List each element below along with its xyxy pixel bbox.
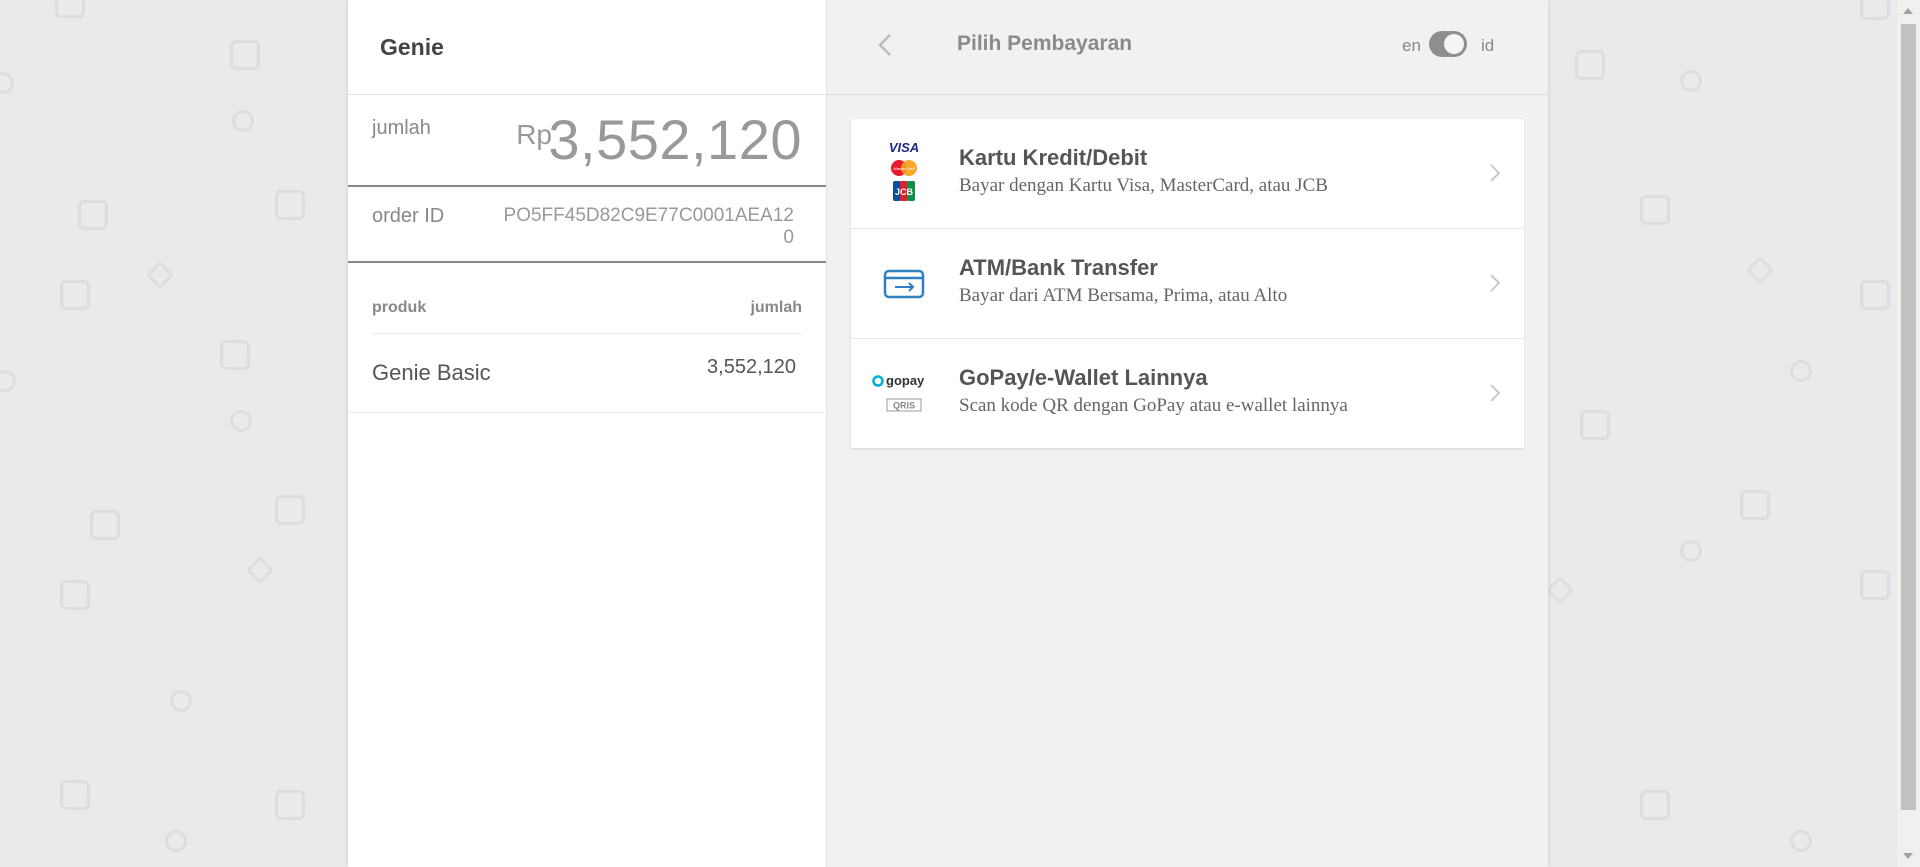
- payment-method-desc: Scan kode QR dengan GoPay atau e-wallet …: [959, 395, 1348, 416]
- table-row: Genie Basic 3,552,120: [348, 334, 826, 413]
- order-id-row: order ID PO5FF45D82C9E77C0001AEA120: [348, 187, 826, 263]
- payment-method-title: Kartu Kredit/Debit: [959, 145, 1148, 170]
- scroll-down-icon[interactable]: [1903, 853, 1913, 859]
- lang-id-label[interactable]: id: [1481, 36, 1494, 56]
- payment-method-card[interactable]: VISA MasterCard JCB Kartu Kredit/Debit B…: [851, 119, 1524, 229]
- payment-card: Genie jumlah Rp 3,552,120 order ID PO5FF…: [348, 0, 1548, 867]
- payment-method-bank-transfer[interactable]: ATM/Bank Transfer Bayar dari ATM Bersama…: [851, 229, 1524, 339]
- product-header-label: produk: [372, 299, 427, 316]
- product-name: Genie Basic: [372, 360, 491, 385]
- page-title: Pilih Pembayaran: [957, 32, 1133, 55]
- card-brands-icon: VISA MasterCard JCB: [889, 140, 919, 201]
- amount-currency: Rp: [516, 119, 552, 150]
- merchant-name: Genie: [380, 33, 444, 60]
- order-id-value: PO5FF45D82C9E77C0001AEA120: [503, 205, 794, 248]
- chevron-left-icon[interactable]: [871, 30, 901, 60]
- order-id-label: order ID: [372, 205, 445, 227]
- amount-label: jumlah: [372, 117, 431, 139]
- payment-method-gopay[interactable]: gopay QRIS GoPay/e-Wallet Lainnya Scan k…: [851, 339, 1524, 448]
- toggle-knob: [1444, 34, 1464, 54]
- svg-text:VISA: VISA: [889, 140, 919, 155]
- chevron-right-icon: [1490, 384, 1501, 402]
- product-amount: 3,552,120: [707, 356, 796, 378]
- svg-text:QRIS: QRIS: [893, 401, 915, 411]
- svg-text:JCB: JCB: [895, 187, 914, 197]
- scrollbar-thumb[interactable]: [1901, 24, 1916, 810]
- payment-selection-panel: Pilih Pembayaran en id VISA MasterCard J…: [827, 0, 1548, 867]
- payment-method-list: VISA MasterCard JCB Kartu Kredit/Debit B…: [851, 119, 1524, 448]
- product-table-header: produk jumlah: [372, 299, 802, 334]
- payment-method-desc: Bayar dengan Kartu Visa, MasterCard, ata…: [959, 175, 1328, 196]
- payment-method-desc: Bayar dari ATM Bersama, Prima, atau Alto: [959, 285, 1288, 306]
- svg-text:MasterCard: MasterCard: [894, 166, 915, 171]
- amount-header-label: jumlah: [750, 299, 802, 316]
- bank-transfer-icon: [883, 269, 925, 299]
- amount-row: jumlah Rp 3,552,120: [348, 95, 826, 187]
- lang-en-label[interactable]: en: [1402, 36, 1421, 56]
- gopay-qris-icon: gopay QRIS: [872, 373, 925, 412]
- svg-text:gopay: gopay: [886, 373, 925, 388]
- total-amount: 3,552,120: [548, 108, 802, 171]
- merchant-header: Genie: [348, 0, 826, 95]
- chevron-right-icon: [1490, 274, 1501, 292]
- payment-header: Pilih Pembayaran en id: [827, 0, 1548, 95]
- scroll-up-icon[interactable]: [1903, 8, 1913, 14]
- payment-method-title: ATM/Bank Transfer: [959, 255, 1158, 280]
- chevron-right-icon: [1490, 164, 1501, 182]
- product-table: produk jumlah Genie Basic 3,552,120: [348, 263, 826, 413]
- language-toggle[interactable]: [1429, 31, 1467, 57]
- scrollbar[interactable]: [1897, 0, 1920, 867]
- payment-method-title: GoPay/e-Wallet Lainnya: [959, 365, 1208, 390]
- order-summary-panel: Genie jumlah Rp 3,552,120 order ID PO5FF…: [348, 0, 827, 867]
